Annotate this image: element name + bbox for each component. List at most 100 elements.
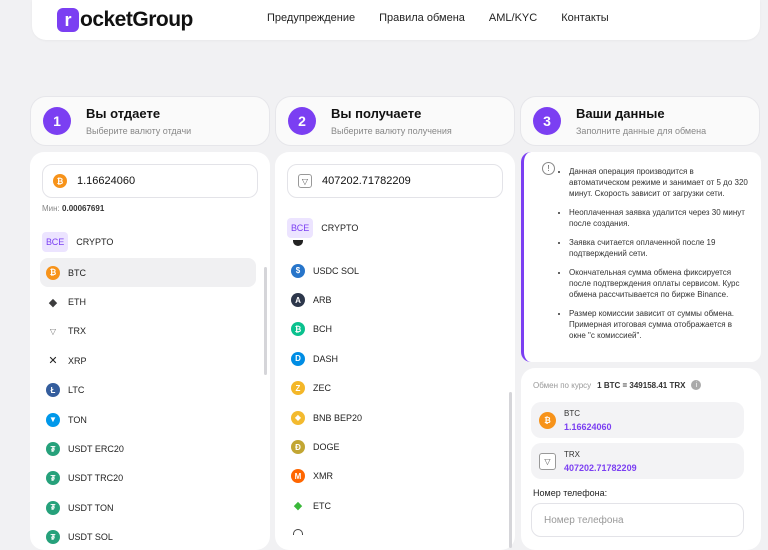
coin-label: BNB BEP20 (313, 412, 363, 423)
coin-item[interactable]: ₿ BCH (285, 315, 501, 344)
info-list: Данная операция производится в автоматич… (569, 166, 749, 349)
coin-item[interactable]: ▽ TRX (40, 317, 256, 346)
tab-crypto[interactable]: CRYPTO (317, 218, 362, 238)
zec-icon: Z (291, 381, 305, 396)
usdt-icon: ₮ (46, 471, 60, 486)
coin-item[interactable]: ₿ BTC (40, 258, 256, 288)
info-item: Заявка считается оплаченной после 19 под… (569, 237, 749, 259)
doge-icon: Ð (291, 440, 305, 455)
summary-to-card: ▽ TRX 407202.71782209 (531, 443, 744, 479)
partial-coin-icon (293, 529, 303, 535)
btc-icon: ₿ (539, 411, 556, 429)
give-panel: ₿ 1.16624060 Мин: 0.00067691 ВСЕ CRYPTO … (30, 152, 270, 550)
partial-coin-icon (293, 240, 303, 246)
nav-contacts[interactable]: Контакты (561, 12, 609, 24)
trx-icon: ▽ (46, 324, 60, 339)
coin-item[interactable]: $ USDC SOL (285, 256, 501, 285)
give-scrollbar[interactable] (264, 267, 267, 375)
coin-item[interactable]: ◆ BNB BEP20 (285, 403, 501, 432)
coin-label: LTC (68, 385, 85, 396)
tab-all[interactable]: ВСЕ (287, 218, 314, 238)
rate-label: Обмен по курсу (533, 380, 592, 390)
step-give-header: 1 Вы отдаете Выберите валюту отдачи (30, 96, 270, 146)
coin-item[interactable]: ◆ ETH (40, 287, 256, 316)
help-icon[interactable]: i (691, 380, 702, 390)
nav-warning[interactable]: Предупреждение (267, 12, 355, 24)
step-number: 2 (288, 107, 316, 135)
logo-mark: r (57, 8, 79, 32)
dash-icon: D (291, 351, 305, 366)
tab-all[interactable]: ВСЕ (42, 232, 69, 252)
coin-item[interactable]: A ARB (285, 285, 501, 314)
coin-label: TON (68, 414, 87, 425)
btc-icon: ₿ (46, 265, 60, 280)
step-title: Вы получаете (331, 106, 422, 121)
give-amount-input[interactable]: ₿ 1.16624060 (42, 164, 258, 198)
nav-aml-kyc[interactable]: AML/KYC (489, 12, 537, 24)
step-title: Вы отдаете (86, 106, 161, 121)
info-item: Неоплаченная заявка удалится через 30 ми… (569, 207, 749, 229)
coin-item[interactable]: M XMR (285, 462, 501, 491)
get-panel: ▽ 407202.71782209 ВСЕ CRYPTO $ USDC SOL A A… (275, 152, 515, 550)
get-scrollbar[interactable] (509, 392, 512, 548)
xmr-icon: M (291, 469, 305, 484)
coin-label: ETC (313, 500, 331, 511)
coin-label: USDT SOL (68, 532, 113, 543)
rate-value: 1 BTC = 349158.41 TRX (597, 380, 686, 390)
info-item: Окончательная сумма обмена фиксируется п… (569, 267, 749, 300)
coin-item[interactable]: Ð DOGE (285, 432, 501, 461)
get-coin-list: $ USDC SOL A ARB ₿ BCH D DASH Z ZEC ◆ BNB BEP20 Ð DOG… (285, 256, 501, 521)
usdt-icon: ₮ (46, 500, 60, 515)
coin-label: TRX (68, 326, 86, 337)
coin-label: BTC (68, 267, 86, 278)
get-amount-input[interactable]: ▽ 407202.71782209 (287, 164, 503, 198)
arb-icon: A (291, 293, 305, 308)
info-box: ! Данная операция производится в автомат… (521, 152, 761, 362)
trx-icon: ▽ (298, 174, 312, 188)
coin-label: XMR (313, 471, 333, 482)
step-subtitle: Выберите валюту получения (331, 126, 452, 136)
ltc-icon: Ł (46, 383, 60, 398)
phone-input[interactable]: Номер телефона (531, 503, 744, 537)
coin-label: USDT TON (68, 502, 114, 513)
coin-item[interactable]: D DASH (285, 344, 501, 373)
logo[interactable]: r ocketGroup (57, 7, 193, 33)
coin-label: XRP (68, 355, 87, 366)
coin-label: DOGE (313, 442, 340, 453)
coin-item[interactable]: ₮ USDT TRC20 (40, 464, 256, 493)
top-bar: r ocketGroup Предупреждение Правила обме… (32, 0, 760, 40)
coin-label: USDC SOL (313, 265, 360, 276)
coin-item[interactable]: Z ZEC (285, 374, 501, 403)
bch-icon: ₿ (291, 322, 305, 337)
coin-item[interactable]: ₮ USDT TON (40, 493, 256, 522)
get-tabs: ВСЕ CRYPTO (287, 218, 362, 238)
give-tabs: ВСЕ CRYPTO (42, 232, 117, 252)
summary-from-card: ₿ BTC 1.16624060 (531, 402, 744, 438)
step-subtitle: Выберите валюту отдачи (86, 126, 192, 136)
coin-item[interactable]: ₮ USDT ERC20 (40, 434, 256, 463)
step-number: 1 (43, 107, 71, 135)
btc-icon: ₿ (53, 174, 67, 188)
etc-icon: ◆ (291, 498, 305, 513)
trx-icon: ▽ (539, 452, 556, 470)
give-amount-value: 1.16624060 (77, 175, 136, 187)
get-amount-value: 407202.71782209 (322, 175, 411, 187)
give-coin-list: ₿ BTC ◆ ETH ▽ TRX ✕ XRP Ł LTC ▼ TON ₮ USDT ERC20 ₮ USDT… (40, 258, 256, 550)
from-name: BTC (564, 408, 580, 418)
min-value: 0.00067691 (62, 204, 105, 213)
min-label: Мин: (42, 204, 60, 213)
coin-item[interactable]: ▼ TON (40, 405, 256, 434)
coin-item[interactable]: ◆ ETC (285, 491, 501, 520)
exchange-rate: Обмен по курсу 1 BTC = 349158.41 TRX i (533, 380, 702, 390)
step-subtitle: Заполните данные для обмена (576, 126, 707, 136)
xrp-icon: ✕ (46, 353, 60, 368)
info-icon: ! (542, 162, 555, 175)
tab-crypto[interactable]: CRYPTO (72, 232, 117, 252)
coin-item[interactable]: Ł LTC (40, 376, 256, 405)
phone-label: Номер телефона: (533, 488, 608, 498)
coin-item[interactable]: ₮ USDT SOL (40, 523, 256, 550)
info-item: Данная операция производится в автоматич… (569, 166, 749, 199)
coin-item[interactable]: ✕ XRP (40, 346, 256, 375)
info-item: Размер комиссии зависит от суммы обмена.… (569, 308, 749, 341)
nav-rules[interactable]: Правила обмена (379, 12, 465, 24)
